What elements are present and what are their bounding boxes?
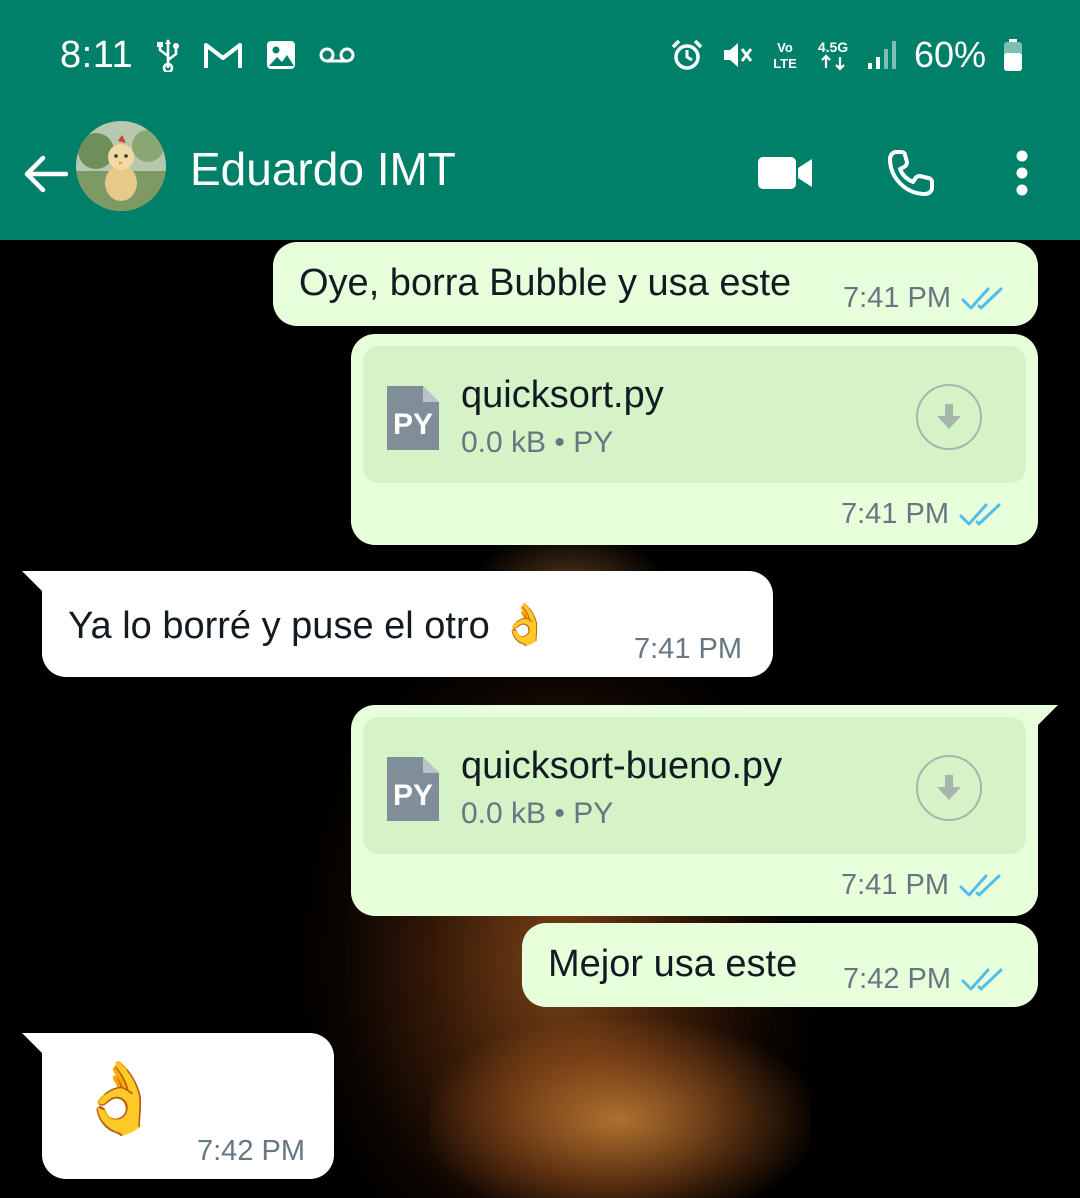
file-size: 0.0 kB	[461, 797, 547, 830]
message-time: 7:41 PM	[841, 498, 1003, 531]
file-type: PY	[573, 426, 614, 459]
message-text: Oye, borra Bubble y usa este	[299, 262, 792, 304]
more-options-button[interactable]	[1000, 138, 1044, 208]
outgoing-document-message[interactable]: PY quicksort.py 0.0 kB • PY 7:41 PM	[351, 334, 1038, 545]
outgoing-message[interactable]: Mejor usa este 7:42 PM	[522, 923, 1038, 1007]
ok-hand-emoji: 👌	[76, 1057, 164, 1139]
more-vert-icon	[1016, 150, 1028, 196]
file-icon-label: PY	[392, 779, 434, 812]
file-icon-label: PY	[392, 408, 434, 441]
document-card[interactable]: PY quicksort.py 0.0 kB • PY	[363, 346, 1026, 483]
download-button[interactable]	[916, 384, 982, 450]
file-name: quicksort-bueno.py	[461, 745, 783, 787]
message-text: Ya lo borré y puse el otro 👌	[68, 601, 550, 648]
outgoing-document-message[interactable]: PY quicksort-bueno.py 0.0 kB • PY 7:41 P…	[351, 705, 1038, 916]
usb-icon	[155, 38, 181, 72]
battery-icon	[1002, 38, 1024, 72]
message-time: 7:42 PM	[843, 963, 1005, 996]
battery-percentage: 60%	[913, 34, 986, 75]
read-ticks-icon	[961, 967, 1005, 993]
voice-call-button[interactable]	[880, 138, 942, 208]
signal-icon	[866, 39, 898, 71]
read-ticks-icon	[959, 873, 1003, 899]
avatar[interactable]	[76, 121, 166, 211]
message-timestamp: 7:41 PM	[634, 633, 742, 665]
document-card[interactable]: PY quicksort-bueno.py 0.0 kB • PY	[363, 717, 1026, 854]
message-timestamp: 7:41 PM	[843, 282, 951, 314]
bubble-tail	[22, 1033, 44, 1055]
back-button[interactable]	[18, 142, 72, 206]
alarm-icon	[670, 38, 704, 72]
status-left: 8:11	[60, 30, 355, 80]
message-timestamp: 7:41 PM	[841, 869, 949, 901]
status-right: Vo LTE 4.5G 60%	[670, 30, 1024, 80]
mute-icon	[720, 38, 754, 72]
read-ticks-icon	[961, 286, 1005, 312]
gmail-icon	[203, 40, 243, 70]
incoming-emoji-message[interactable]: 👌 7:42 PM	[42, 1033, 334, 1179]
network-icon: 4.5G	[816, 38, 850, 72]
video-call-button[interactable]	[752, 138, 818, 208]
video-call-icon	[758, 157, 812, 189]
message-text: Mejor usa este	[548, 943, 798, 985]
gallery-icon	[265, 39, 297, 71]
ok-hand-emoji: 👌	[500, 602, 551, 648]
python-file-icon: PY	[385, 755, 441, 823]
message-timestamp: 7:41 PM	[841, 498, 949, 530]
download-button[interactable]	[916, 755, 982, 821]
svg-text:4.5G: 4.5G	[818, 39, 848, 55]
file-meta: 0.0 kB • PY	[461, 426, 614, 459]
status-bar: 8:11 Vo LTE 4.5G 60%	[0, 0, 1080, 108]
file-size: 0.0 kB	[461, 426, 547, 459]
back-arrow-icon	[24, 155, 68, 193]
message-timestamp: 7:42 PM	[843, 963, 951, 995]
bubble-tail	[1036, 705, 1058, 727]
bubble-tail	[22, 571, 44, 593]
read-ticks-icon	[959, 502, 1003, 528]
incoming-message[interactable]: Ya lo borré y puse el otro 👌 7:41 PM	[42, 571, 773, 677]
svg-text:LTE: LTE	[773, 56, 797, 71]
volte-icon: Vo LTE	[770, 38, 800, 72]
chat-header: Eduardo IMT	[0, 108, 1080, 240]
voice-call-icon	[888, 150, 934, 196]
download-icon	[937, 775, 961, 800]
python-file-icon: PY	[385, 384, 441, 452]
outgoing-message[interactable]: Oye, borra Bubble y usa este 7:41 PM	[273, 242, 1038, 326]
file-type: PY	[573, 797, 614, 830]
message-timestamp: 7:42 PM	[197, 1135, 305, 1167]
voicemail-icon	[319, 45, 355, 65]
download-icon	[937, 404, 961, 429]
message-time: 7:41 PM	[843, 282, 1005, 315]
svg-text:Vo: Vo	[777, 40, 793, 55]
message-time: 7:41 PM	[841, 869, 1003, 902]
file-name: quicksort.py	[461, 374, 664, 416]
wallpaper-fire-bright	[430, 1020, 810, 1198]
chat-area[interactable]: Oye, borra Bubble y usa este 7:41 PM PY …	[0, 240, 1080, 1198]
contact-name[interactable]: Eduardo IMT	[190, 142, 456, 196]
status-time: 8:11	[60, 33, 134, 76]
message-text-content: Ya lo borré y puse el otro	[68, 605, 490, 647]
file-meta: 0.0 kB • PY	[461, 797, 614, 830]
